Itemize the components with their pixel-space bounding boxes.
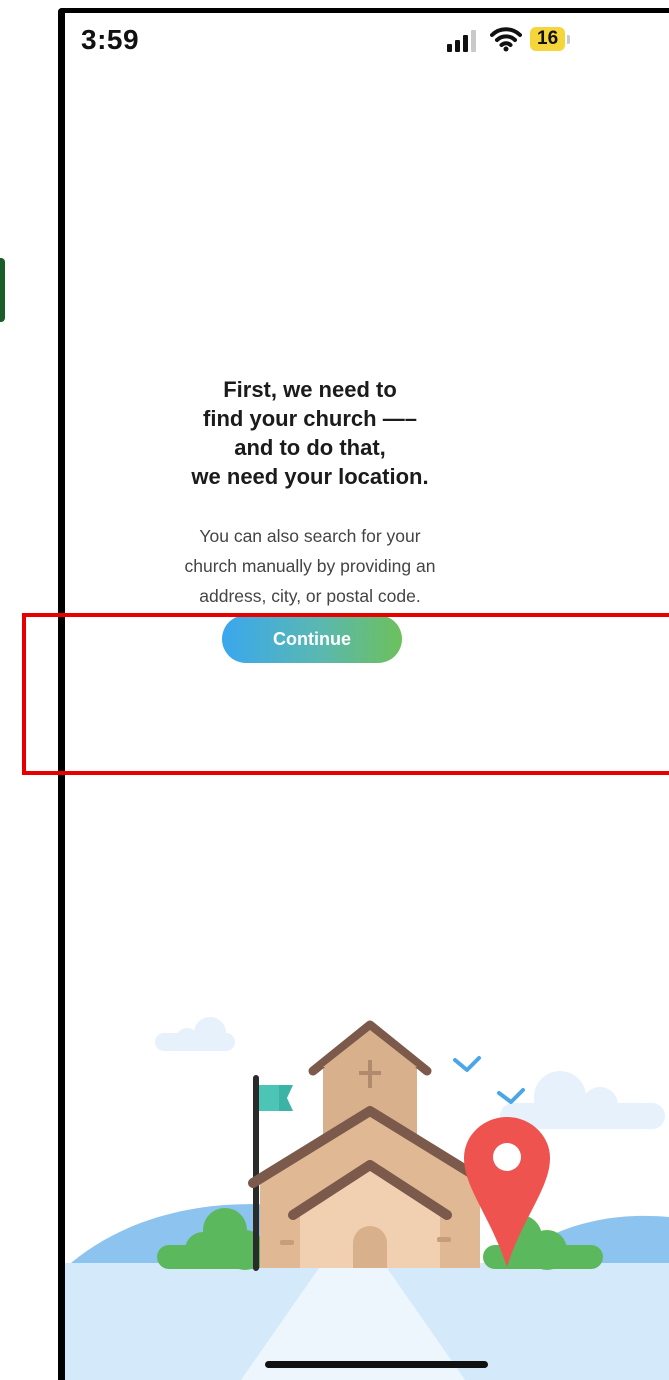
bird-icon	[453, 1056, 481, 1072]
subtext-line: church manually by providing an	[184, 556, 436, 576]
cloud-icon	[155, 1017, 235, 1051]
heading-line: and to do that,	[234, 435, 386, 460]
left-edge-mark	[0, 258, 5, 322]
continue-button[interactable]: Continue	[222, 615, 402, 663]
subtext-line: address, city, or postal code.	[199, 586, 421, 606]
onboarding-heading: First, we need to find your church —– an…	[0, 375, 620, 491]
battery-level: 16	[530, 27, 566, 51]
wifi-icon	[490, 27, 522, 52]
screenshot-canvas: 3:59 16 First, we need to find your chur…	[0, 0, 669, 1380]
battery-icon: 16	[530, 26, 571, 52]
cloud-icon	[500, 1071, 665, 1129]
church-icon	[248, 1020, 492, 1268]
onboarding-subtext: You can also search for your church manu…	[0, 521, 620, 611]
bird-icon	[497, 1088, 525, 1104]
signal-bars-icon	[447, 30, 476, 52]
status-time: 3:59	[81, 24, 140, 55]
subtext-line: You can also search for your	[199, 526, 421, 546]
heading-line: First, we need to	[223, 377, 397, 402]
home-indicator[interactable]	[265, 1361, 488, 1368]
battery-cap	[567, 34, 571, 44]
church-illustration	[65, 1017, 669, 1380]
heading-line: we need your location.	[191, 464, 429, 489]
heading-line: find your church —–	[203, 406, 417, 431]
